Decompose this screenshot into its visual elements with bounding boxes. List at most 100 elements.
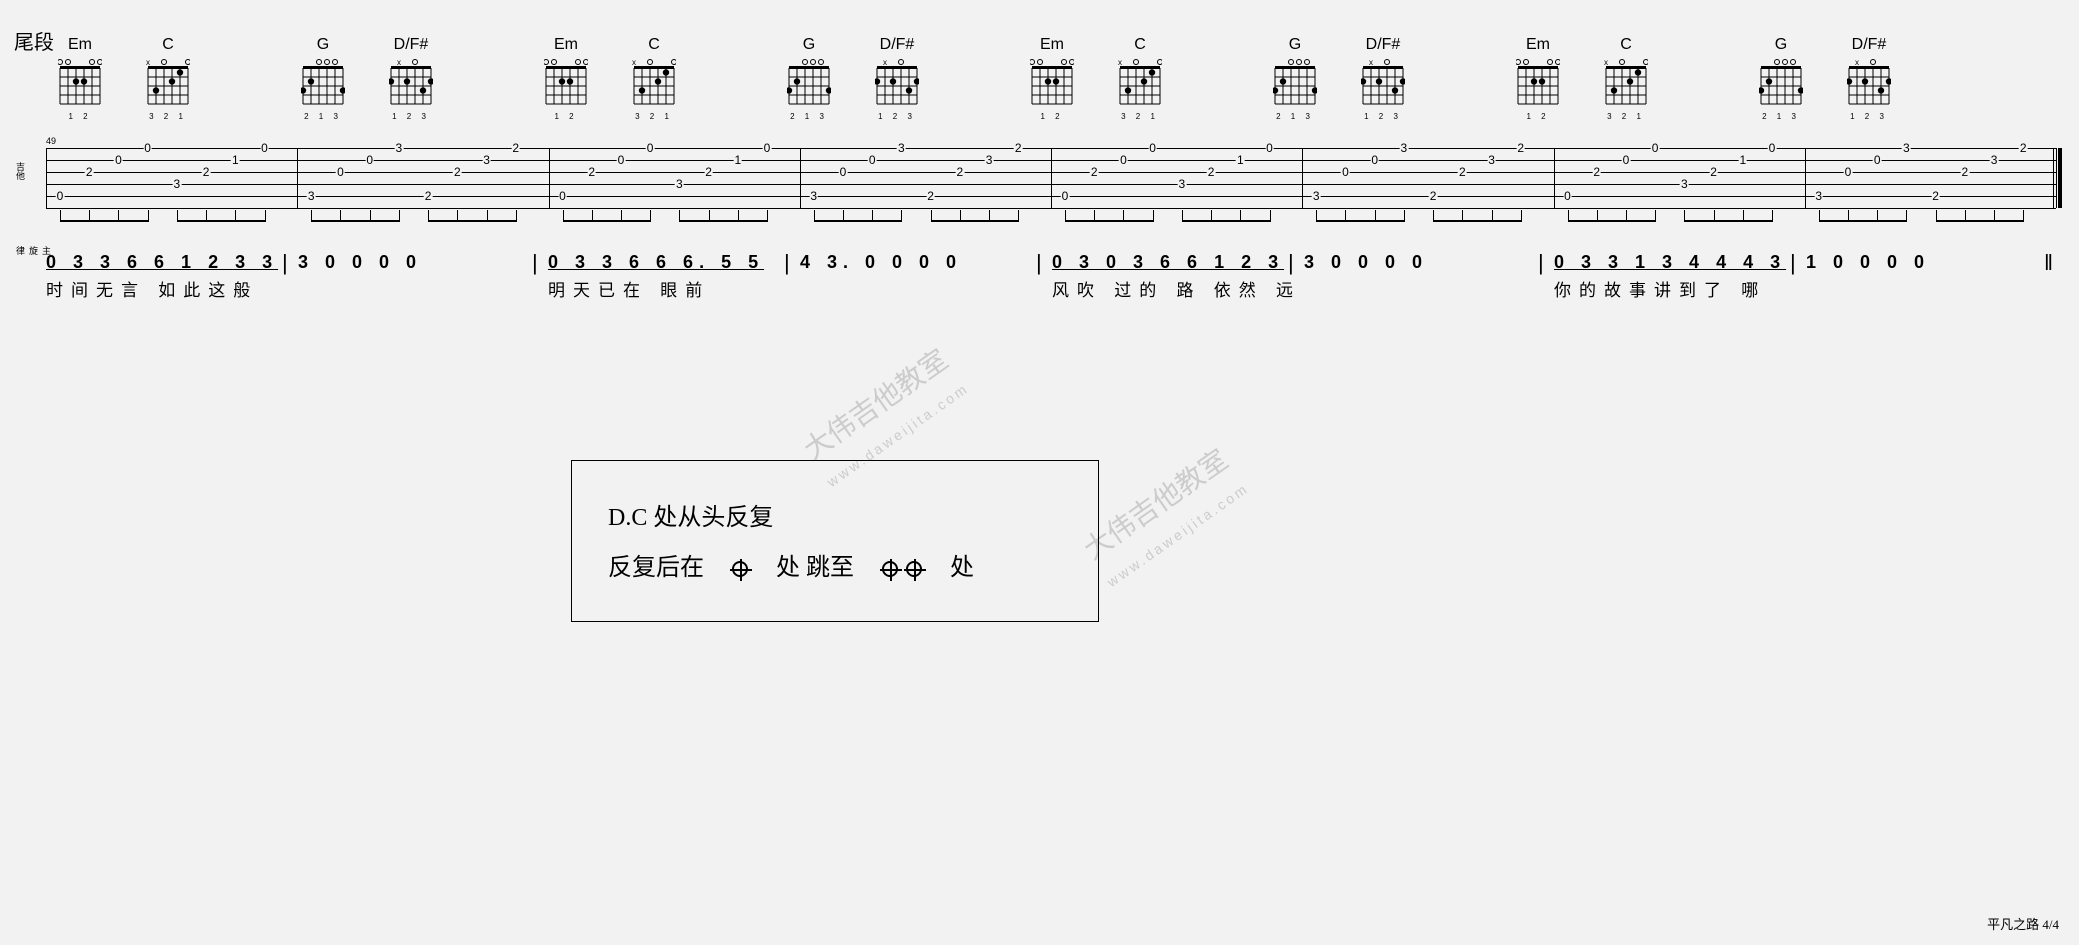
svg-text:x: x [146, 58, 150, 67]
svg-text:x: x [883, 58, 887, 67]
barline-sep: | [532, 250, 538, 276]
chord-diagram: G2 1 3 [1757, 36, 1805, 121]
chord-diagram: Em1 2 [1028, 36, 1076, 121]
chord-fingering: 1 2 [554, 112, 577, 121]
tab-fret-number: 2 [1960, 167, 1969, 177]
tab-fret-number: 3 [1680, 179, 1689, 189]
tab-fret-number: 3 [482, 155, 491, 165]
chord-fingering: 2 1 3 [1276, 112, 1314, 121]
tab-fret-number: 0 [1622, 155, 1631, 165]
chord-name: G [317, 36, 329, 54]
barline-sep: | [1036, 250, 1042, 276]
chord-fingering: 1 2 3 [1364, 112, 1402, 121]
tab-fret-number: 0 [1119, 155, 1128, 165]
chord-name: Em [68, 36, 92, 54]
instruction-line-1: D.C 处从头反复 [608, 493, 1062, 543]
tab-fret-number: 1 [733, 155, 742, 165]
chord-name: G [1775, 36, 1787, 54]
chord-name: G [1289, 36, 1301, 54]
chord-name: G [803, 36, 815, 54]
chord-fingering: 3 2 1 [635, 112, 673, 121]
page-footer: 平凡之路 4/4 [1987, 914, 2059, 933]
chord-fingering: 1 2 3 [1850, 112, 1888, 121]
melody-segment: 0 3 3 1 3 4 4 4 3 [1554, 252, 1786, 273]
tab-fret-number: 0 [646, 143, 655, 153]
chord-diagram: Cx3 2 1 [1116, 36, 1164, 121]
tab-fret-number: 0 [260, 143, 269, 153]
tab-fret-number: 2 [1014, 143, 1023, 153]
tab-fret-number: 2 [511, 143, 520, 153]
chord-name: C [648, 36, 660, 54]
svg-text:x: x [1855, 58, 1859, 67]
tab-fret-number: 0 [868, 155, 877, 165]
tab-fret-number: 2 [85, 167, 94, 177]
chord-diagram: Em1 2 [1514, 36, 1562, 121]
chord-name: Em [1526, 36, 1550, 54]
chord-name: D/F# [394, 36, 429, 54]
chord-diagram: D/F# x 1 2 3 [1359, 36, 1407, 121]
chord-diagram: Cx3 2 1 [144, 36, 192, 121]
tab-fret-number: 2 [1931, 191, 1940, 201]
chord-name: C [1620, 36, 1632, 54]
chord-name: D/F# [1366, 36, 1401, 54]
section-label: 尾段 [14, 26, 54, 55]
tab-fret-number: 3 [1814, 191, 1823, 201]
chord-name: D/F# [880, 36, 915, 54]
chord-diagram: Cx 3 2 1 [630, 36, 678, 121]
chord-fingering: 1 2 3 [392, 112, 430, 121]
chord-diagram: D/F# x 1 2 3 [387, 36, 435, 121]
tab-fret-number: 3 [1990, 155, 1999, 165]
tab-fret-number: 2 [424, 191, 433, 201]
tab-fret-number: 0 [1873, 155, 1882, 165]
tab-fret-number: 2 [1709, 167, 1718, 177]
tab-fret-number: 2 [1207, 167, 1216, 177]
melody-segment: 0 3 0 3 6 6 1 2 3 [1052, 252, 1284, 273]
chord-diagram: D/F#x1 2 3 [1845, 36, 1893, 121]
tab-fret-number: 2 [202, 167, 211, 177]
melody-segment: 4 3. 0 0 0 0 [800, 252, 962, 273]
lyric-text: 风吹 过的 路 依然 远 [1052, 276, 1301, 301]
chord-fingering: 1 2 [68, 112, 91, 121]
tab-fret-number: 2 [1090, 167, 1099, 177]
svg-text:x: x [632, 58, 636, 67]
melody-segment: 0 3 3 6 6 6. 5 5 [548, 252, 764, 273]
melody-segment: 3 0 0 0 0 [298, 252, 422, 273]
tab-fret-number: 3 [173, 179, 182, 189]
tab-fret-number: 0 [1341, 167, 1350, 177]
tab-fret-number: 1 [231, 155, 240, 165]
chord-fingering: 2 1 3 [790, 112, 828, 121]
chord-fingering: 3 2 1 [1121, 112, 1159, 121]
barline-sep: | [784, 250, 790, 276]
svg-text:x: x [397, 58, 401, 67]
tab-fret-number: 3 [307, 191, 316, 201]
tab-fret-number: 3 [985, 155, 994, 165]
barline-sep: | [1790, 250, 1796, 276]
tab-fret-number: 2 [1592, 167, 1601, 177]
chord-fingering: 1 2 [1040, 112, 1063, 121]
lyric-text: 明天已在 眼前 [548, 276, 710, 301]
coda-icon [732, 561, 748, 577]
melody-segment: 0 3 3 6 6 1 2 3 3 [46, 252, 278, 273]
tab-fret-number: 2 [955, 167, 964, 177]
melody-segment: 3 0 0 0 0 [1304, 252, 1428, 273]
tab-fret-number: 0 [1148, 143, 1157, 153]
tab-fret-number: 0 [336, 167, 345, 177]
chord-diagram: G 2 1 3 [1271, 36, 1319, 121]
chord-name: C [1134, 36, 1146, 54]
tab-fret-number: 2 [704, 167, 713, 177]
chord-diagram: Em 1 2 [56, 36, 104, 121]
tab-fret-number: 0 [1651, 143, 1660, 153]
lyric-text: 时间无言 如此这般 [46, 276, 258, 301]
tab-fret-number: 1 [1236, 155, 1245, 165]
tab-fret-number: 0 [617, 155, 626, 165]
tab-staff-label: 吉他 [14, 162, 27, 180]
tab-fret-number: 0 [1844, 167, 1853, 177]
coda-icon [882, 561, 898, 577]
chord-diagram: G 2 1 3 [785, 36, 833, 121]
tab-staff-container: 49 吉他 0200321030032232020032103003223202… [16, 148, 2056, 208]
chord-fingering: 1 2 3 [878, 112, 916, 121]
tab-fret-number: 2 [1429, 191, 1438, 201]
svg-text:x: x [1369, 58, 1373, 67]
tab-fret-number: 0 [1061, 191, 1070, 201]
tab-fret-number: 0 [56, 191, 65, 201]
